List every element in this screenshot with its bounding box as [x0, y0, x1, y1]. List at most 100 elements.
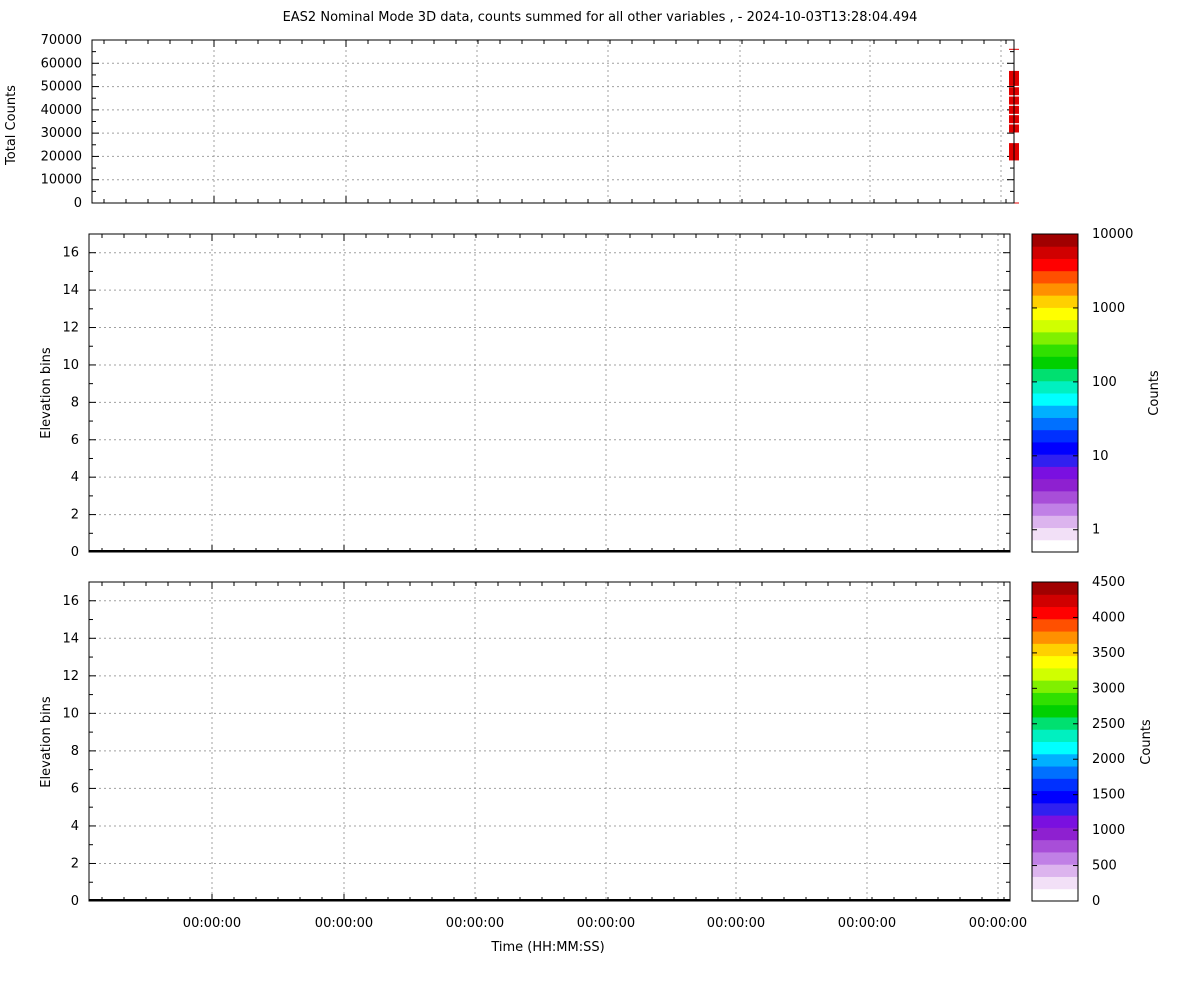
- colorbar-tick-label: 3500: [1092, 646, 1125, 661]
- time-tick-label: 00:00:00: [707, 916, 765, 931]
- panel-elevation-log-ticks: 0 2 4 6 8 10 12 14 16: [62, 234, 1010, 560]
- colorbar-segment: [1032, 876, 1078, 890]
- panel-elevation-linear-ylabel: Elevation bins: [39, 696, 54, 788]
- colorbar-segment: [1032, 692, 1078, 706]
- colorbar-segment: [1032, 839, 1078, 853]
- colorbar-segment: [1032, 429, 1078, 443]
- colorbar-segment: [1032, 319, 1078, 333]
- time-tick-label: 00:00:00: [183, 916, 241, 931]
- colorbar-segment: [1032, 643, 1078, 657]
- y-tick-label: 0: [71, 545, 79, 560]
- colorbar-segment: [1032, 282, 1078, 296]
- colorbar-segment: [1032, 527, 1078, 541]
- colorbar-segment: [1032, 234, 1078, 247]
- colorbar-tick-label: 2500: [1092, 717, 1125, 732]
- colorbar-segment: [1032, 441, 1078, 455]
- colorbar-segment: [1032, 417, 1078, 431]
- y-tick-label: 70000: [41, 33, 82, 48]
- time-tick-labels: 00:00:00 00:00:00 00:00:00 00:00:00 00:00:00…: [183, 916, 1027, 931]
- colorbar-segment: [1032, 344, 1078, 357]
- colorbar-segment: [1032, 356, 1078, 370]
- panel-elevation-log-ylabel: Elevation bins: [39, 347, 54, 439]
- y-tick-label: 60000: [41, 56, 82, 71]
- colorbar-segment: [1032, 729, 1078, 742]
- panel-elevation-log-frame: [88, 233, 1011, 553]
- colorbar-segment: [1032, 490, 1078, 504]
- time-axis-label: Time (HH:MM:SS): [490, 940, 604, 955]
- colorbar-segment: [1032, 270, 1078, 284]
- time-tick-label: 00:00:00: [969, 916, 1027, 931]
- y-tick-label: 50000: [41, 80, 82, 95]
- panel-elevation-log-grid: [89, 234, 1010, 552]
- colorbar-segment: [1032, 307, 1078, 321]
- colorbar-segment: [1032, 631, 1078, 644]
- y-tick-label: 8: [71, 395, 79, 410]
- colorbar-segment: [1032, 888, 1078, 902]
- y-tick-label: 14: [62, 631, 79, 646]
- y-tick-label: 40000: [41, 103, 82, 118]
- colorbar-segment: [1032, 680, 1078, 693]
- y-tick-label: 10: [62, 358, 79, 373]
- colorbar-segment: [1032, 539, 1078, 553]
- colorbar-linear-label: Counts: [1139, 719, 1154, 765]
- y-tick-label: 14: [62, 283, 79, 298]
- colorbar-segment: [1032, 802, 1078, 816]
- panel-elevation-linear: 0 2 4 6 8 10 12 14 16 Elevation bins 0 500 1000 150…: [39, 575, 1154, 955]
- colorbar-segment: [1032, 594, 1078, 608]
- colorbar-segment: [1032, 246, 1078, 259]
- colorbar-tick-label: 0: [1092, 894, 1100, 909]
- colorbar-segment: [1032, 618, 1078, 632]
- colorbar-segment: [1032, 295, 1078, 308]
- y-tick-label: 0: [71, 894, 79, 909]
- colorbar-segment: [1032, 753, 1078, 767]
- colorbar-segment: [1032, 655, 1078, 669]
- colorbar-tick-label: 1000: [1092, 301, 1125, 316]
- panel-elevation-linear-ticks: 0 2 4 6 8 10 12 14 16: [62, 582, 1010, 909]
- panel-total-counts: 0 10000 20000 30000 40000 50000 60000 70000 Tot…: [4, 33, 1019, 211]
- colorbar-segment: [1032, 766, 1078, 779]
- y-tick-label: 8: [71, 744, 79, 759]
- colorbar-segment: [1032, 393, 1078, 406]
- colorbar-tick-label: 500: [1092, 859, 1117, 874]
- colorbar-segment: [1032, 515, 1078, 529]
- colorbar-segment: [1032, 827, 1078, 841]
- colorbar-tick-label: 4000: [1092, 610, 1125, 625]
- panel-elevation-log: 0246810121416 Elevation bins 11010010001…: [39, 227, 1162, 560]
- figure: EAS2 Nominal Mode 3D data, counts summed…: [4, 10, 1162, 955]
- y-tick-label: 0: [74, 196, 82, 211]
- colorbar-tick-label: 1000: [1092, 823, 1125, 838]
- colorbar-segment: [1032, 368, 1078, 382]
- colorbar-tick-label: 100: [1092, 375, 1117, 390]
- y-tick-label: 16: [62, 594, 79, 609]
- time-tick-label: 00:00:00: [577, 916, 635, 931]
- y-tick-label: 4: [71, 470, 79, 485]
- y-tick-label: 4: [71, 819, 79, 834]
- colorbar-segment: [1032, 716, 1078, 730]
- panel-total-counts-grid: [92, 40, 1014, 203]
- colorbar-segment: [1032, 405, 1078, 418]
- colorbar-segment: [1032, 503, 1078, 516]
- colorbar-segment: [1032, 864, 1078, 877]
- time-tick-label: 00:00:00: [838, 916, 896, 931]
- colorbar-tick-label: 10: [1092, 449, 1109, 464]
- panel-elevation-linear-frame: [88, 581, 1011, 902]
- colorbar-tick-label: 10000: [1092, 227, 1133, 242]
- colorbar-segment: [1032, 331, 1078, 345]
- colorbar-segment: [1032, 380, 1078, 394]
- colorbar-segment: [1032, 478, 1078, 492]
- time-tick-label: 00:00:00: [446, 916, 504, 931]
- figure-title: EAS2 Nominal Mode 3D data, counts summed…: [283, 10, 918, 25]
- colorbar-log: 1 10 100 1000 10000: [1031, 227, 1133, 553]
- y-tick-label: 16: [62, 246, 79, 261]
- colorbar-segment: [1032, 778, 1078, 792]
- colorbar-segment: [1032, 704, 1078, 718]
- y-tick-label: 10000: [41, 173, 82, 188]
- colorbar-tick-label: 2000: [1092, 752, 1125, 767]
- colorbar-log-label: Counts: [1147, 370, 1162, 416]
- y-tick-label: 10: [62, 706, 79, 721]
- colorbar-segment: [1032, 790, 1078, 804]
- y-tick-label: 20000: [41, 149, 82, 164]
- colorbar-segment: [1032, 741, 1078, 755]
- panel-total-counts-ticks: 0 10000 20000 30000 40000 50000 60000 70000: [41, 33, 1014, 211]
- y-tick-label: 6: [71, 433, 79, 448]
